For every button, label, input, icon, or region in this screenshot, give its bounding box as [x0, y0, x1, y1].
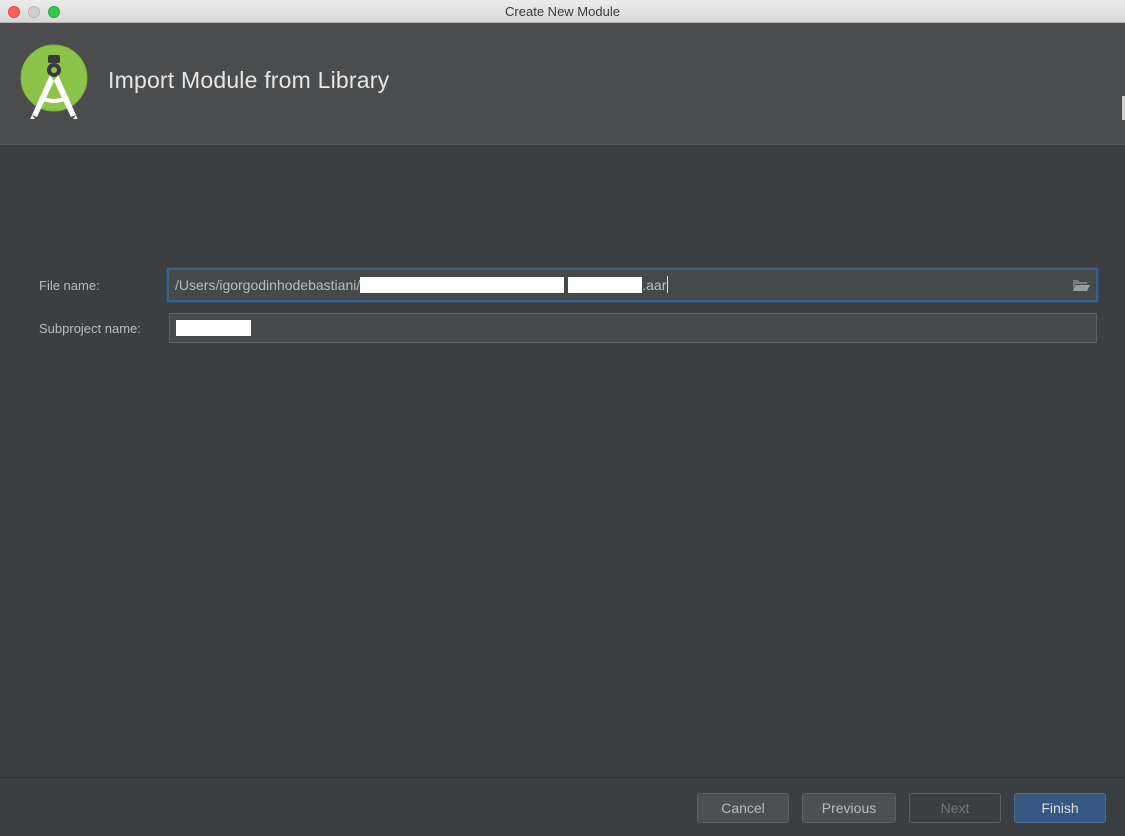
text-caret — [667, 276, 669, 293]
window-title: Create New Module — [505, 4, 620, 19]
dialog-content: File name: /Users/igorgodinhodebastiani/… — [0, 145, 1125, 777]
dialog-header: Import Module from Library — [0, 23, 1125, 145]
redacted-subproject-name — [176, 320, 251, 336]
create-new-module-dialog: Create New Module Import Module from Lib… — [0, 0, 1125, 836]
file-name-suffix: .aar — [642, 277, 667, 293]
android-studio-logo-icon — [18, 41, 92, 120]
redacted-path-block — [360, 277, 565, 293]
subproject-name-input[interactable] — [169, 313, 1097, 343]
file-name-value: /Users/igorgodinhodebastiani/ .aar — [175, 276, 669, 293]
redacted-path-block — [568, 277, 643, 293]
cancel-button[interactable]: Cancel — [697, 793, 789, 823]
title-bar: Create New Module — [0, 0, 1125, 23]
file-name-label: File name: — [39, 278, 100, 293]
subproject-name-label: Subproject name: — [39, 321, 141, 336]
file-name-prefix: /Users/igorgodinhodebastiani/ — [175, 277, 361, 293]
folder-open-icon[interactable] — [1072, 278, 1090, 292]
previous-button[interactable]: Previous — [802, 793, 896, 823]
dialog-footer: Cancel Previous Next Finish — [0, 777, 1125, 836]
page-title: Import Module from Library — [108, 67, 390, 93]
finish-button[interactable]: Finish — [1014, 793, 1106, 823]
next-button[interactable]: Next — [909, 793, 1001, 823]
file-name-input[interactable]: /Users/igorgodinhodebastiani/ .aar — [167, 268, 1098, 302]
